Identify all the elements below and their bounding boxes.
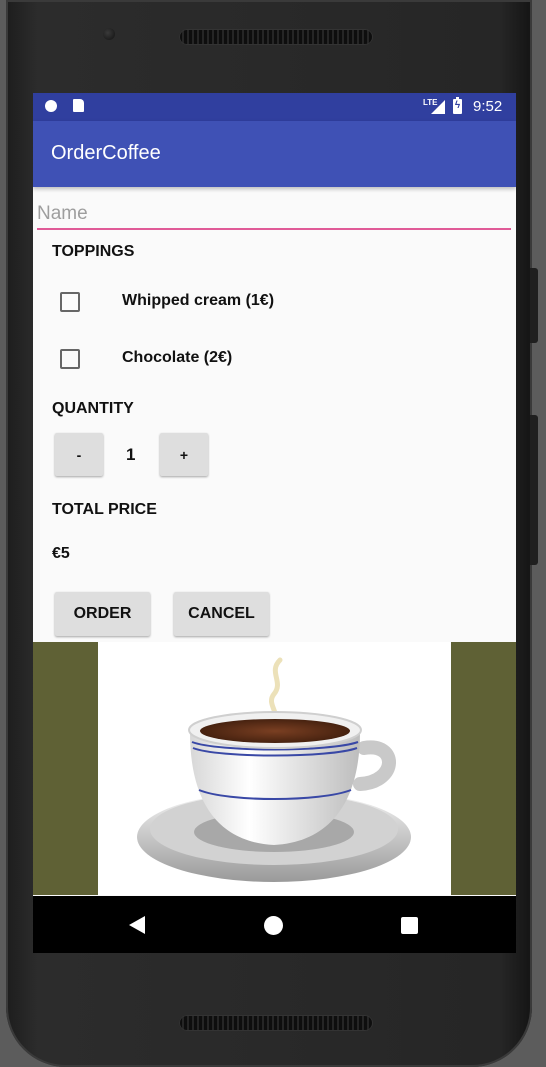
whipped-cream-checkbox[interactable] [60, 292, 80, 312]
home-icon[interactable] [264, 916, 283, 935]
power-button [530, 268, 538, 343]
screen: LTE ϟ 9:52 OrderCoffee TOPPINGS Whipped … [33, 93, 516, 953]
decrement-button[interactable]: - [55, 433, 103, 476]
order-button[interactable]: ORDER [55, 592, 150, 636]
whipped-cream-label[interactable]: Whipped cream (1€) [122, 292, 274, 310]
navigation-bar [33, 896, 516, 953]
coffee-image-area [33, 642, 516, 895]
notification-circle-icon [45, 100, 57, 112]
app-bar: OrderCoffee [33, 121, 516, 187]
top-speaker [179, 29, 373, 45]
chocolate-checkbox[interactable] [60, 349, 80, 369]
status-bar: LTE ϟ 9:52 [33, 93, 516, 121]
signal-icon [431, 100, 445, 114]
battery-charging-icon: ϟ [453, 97, 462, 114]
volume-button [530, 415, 538, 565]
chocolate-label[interactable]: Chocolate (2€) [122, 349, 232, 367]
coffee-cup-icon [137, 657, 411, 882]
coffee-image [98, 642, 451, 895]
front-camera [103, 28, 115, 40]
quantity-value: 1 [126, 445, 136, 464]
app-title: OrderCoffee [51, 142, 161, 164]
recents-icon[interactable] [401, 917, 418, 934]
total-price-value: €5 [52, 545, 70, 562]
phone-frame: LTE ϟ 9:52 OrderCoffee TOPPINGS Whipped … [6, 0, 532, 1067]
increment-button[interactable]: + [160, 433, 208, 476]
cancel-button[interactable]: CANCEL [174, 592, 269, 636]
sd-card-icon [73, 99, 84, 112]
status-time: 9:52 [473, 98, 503, 115]
bottom-speaker [179, 1015, 373, 1031]
quantity-heading: QUANTITY [52, 400, 134, 417]
back-icon[interactable] [129, 916, 145, 934]
name-input[interactable] [37, 200, 511, 230]
total-price-heading: TOTAL PRICE [52, 501, 157, 518]
toppings-heading: TOPPINGS [52, 243, 135, 260]
